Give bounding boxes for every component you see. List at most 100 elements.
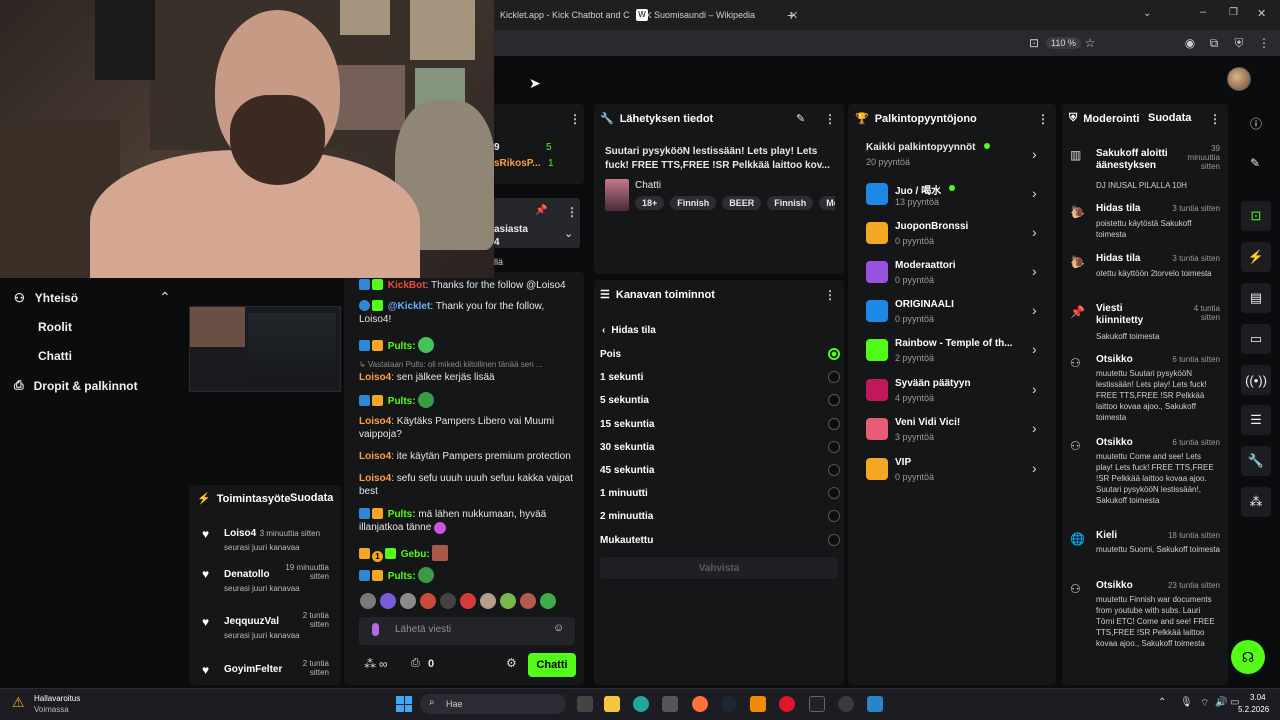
screen-capture-icon[interactable]: ⊡ bbox=[1241, 201, 1271, 231]
kebab-icon[interactable]: ⋮ bbox=[824, 288, 836, 302]
reward-item[interactable]: VIP 0 pyyntöä › bbox=[866, 456, 1046, 486]
avatar[interactable] bbox=[1227, 67, 1251, 91]
clock-date[interactable]: 5.2.2026 bbox=[1238, 705, 1269, 714]
sidebar-item-chat[interactable]: Chatti bbox=[38, 349, 72, 363]
slow-mode-option[interactable]: Pois bbox=[600, 348, 840, 360]
slow-mode-option[interactable]: 2 minuuttia bbox=[600, 510, 840, 522]
emote-icon[interactable] bbox=[460, 593, 476, 609]
tag[interactable]: Finnish bbox=[670, 196, 717, 210]
bookmark-star-icon[interactable]: ☆ bbox=[1083, 36, 1097, 50]
weather-title[interactable]: Hallavaroitus bbox=[34, 694, 80, 703]
kick-points-icon[interactable]: ⁂ bbox=[364, 657, 376, 671]
volume-icon[interactable]: 🔊 bbox=[1215, 697, 1227, 708]
emote-icon[interactable] bbox=[400, 593, 416, 609]
slow-mode-option[interactable]: Mukautettu bbox=[600, 534, 840, 546]
reward-item[interactable]: Moderaattori 0 pyyntöä › bbox=[866, 259, 1046, 289]
emoji-picker-icon[interactable]: ☺ bbox=[553, 622, 564, 634]
edit-pencil-icon[interactable]: ✎ bbox=[796, 112, 805, 125]
category-thumbnail[interactable] bbox=[605, 179, 629, 211]
kebab-icon[interactable]: ⋮ bbox=[1209, 112, 1221, 126]
taskbar-search[interactable] bbox=[420, 694, 566, 714]
radio[interactable] bbox=[828, 510, 840, 522]
emote-icon[interactable] bbox=[500, 593, 516, 609]
extensions-icon[interactable]: ⧉ bbox=[1207, 36, 1221, 50]
chat-input[interactable] bbox=[359, 617, 575, 645]
microphone-icon[interactable]: 🎙 bbox=[1180, 697, 1193, 708]
tab-list-icon[interactable]: ⌄ bbox=[1143, 8, 1151, 19]
notepad-icon[interactable] bbox=[867, 696, 883, 712]
sidebar-item-roles[interactable]: Roolit bbox=[38, 320, 72, 334]
minimize-icon[interactable]: – bbox=[1200, 6, 1206, 18]
users-icon[interactable]: ⁂ bbox=[1241, 487, 1271, 517]
radio[interactable] bbox=[828, 394, 840, 406]
close-window-icon[interactable]: ✕ bbox=[1257, 7, 1266, 20]
edit-pencil-icon[interactable]: ✎ bbox=[1250, 156, 1260, 170]
sidebar-item-drops[interactable]: ⎙ Dropit & palkinnot bbox=[14, 378, 138, 393]
send-chat-button[interactable]: Chatti bbox=[528, 653, 576, 677]
reward-item[interactable]: Veni Vidi Vici! 3 pyyntöä › bbox=[866, 416, 1046, 446]
shield-icon[interactable]: ⛨ bbox=[1232, 36, 1246, 50]
emote-icon[interactable] bbox=[360, 593, 376, 609]
windows-start-icon[interactable] bbox=[396, 696, 412, 712]
activity-filter-button[interactable]: Suodata bbox=[290, 492, 333, 504]
settings-gear-icon[interactable]: ⚙ bbox=[506, 656, 517, 670]
chevron-up-icon[interactable]: ⌃ bbox=[159, 289, 171, 306]
slow-mode-option[interactable]: 15 sekuntia bbox=[600, 418, 840, 430]
menu-icon[interactable]: ⋮ bbox=[1257, 36, 1271, 50]
kebab-icon[interactable]: ⋮ bbox=[1037, 112, 1049, 126]
tab-kicklet[interactable]: Kicklet.app - Kick Chatbot and C ✕ bbox=[500, 4, 653, 26]
wifi-icon[interactable]: ⌔ bbox=[1200, 697, 1209, 710]
slow-mode-option[interactable]: 1 minuutti bbox=[600, 487, 840, 499]
stream-preview[interactable] bbox=[189, 306, 341, 392]
emote-icon[interactable] bbox=[420, 593, 436, 609]
category-name[interactable]: Chatti bbox=[635, 180, 661, 191]
obs-icon[interactable] bbox=[838, 696, 854, 712]
task-view-icon[interactable] bbox=[577, 696, 593, 712]
reward-item[interactable]: Syvään päätyyn 4 pyyntöä › bbox=[866, 377, 1046, 407]
file-explorer-icon[interactable] bbox=[604, 696, 620, 712]
wrench-icon[interactable]: 🔧 bbox=[1241, 446, 1271, 476]
confirm-button[interactable]: Vahvista bbox=[600, 557, 838, 579]
bolt-icon[interactable]: ⚡ bbox=[1241, 242, 1271, 272]
radio[interactable] bbox=[828, 371, 840, 383]
slow-mode-option[interactable]: 1 sekunti bbox=[600, 371, 840, 383]
kebab-icon[interactable]: ⋮ bbox=[566, 205, 578, 219]
chevron-up-icon[interactable]: ⌃ bbox=[1158, 697, 1166, 708]
reward-all[interactable]: Kaikki palkintopyynnöt 20 pyyntöä › bbox=[866, 142, 1046, 170]
maximize-icon[interactable]: ❐ bbox=[1229, 7, 1238, 18]
clock-time[interactable]: 3.04 bbox=[1250, 693, 1266, 702]
radio[interactable] bbox=[828, 534, 840, 546]
store-icon[interactable] bbox=[662, 696, 678, 712]
chevron-down-icon[interactable]: ⌄ bbox=[564, 227, 573, 240]
document-icon[interactable]: ▤ bbox=[1241, 283, 1271, 313]
radio[interactable] bbox=[828, 487, 840, 499]
back-button[interactable]: ‹ Hidas tila bbox=[602, 325, 656, 336]
radio[interactable] bbox=[828, 441, 840, 453]
chat-bubble-icon[interactable]: ▭ bbox=[1241, 324, 1271, 354]
reward-item[interactable]: Rainbow - Temple of th... 2 pyyntöä › bbox=[866, 337, 1046, 367]
vlc-icon[interactable] bbox=[750, 696, 766, 712]
info-icon[interactable]: ⓘ bbox=[1250, 115, 1262, 132]
tag[interactable]: Me bbox=[819, 196, 835, 210]
steam-icon[interactable] bbox=[721, 696, 737, 712]
microphone-icon[interactable] bbox=[372, 623, 379, 636]
moderation-filter-button[interactable]: Suodata bbox=[1148, 112, 1191, 124]
tag[interactable]: 18+ bbox=[635, 196, 665, 210]
emote-icon[interactable] bbox=[540, 593, 556, 609]
emote-icon[interactable] bbox=[440, 593, 456, 609]
radio[interactable] bbox=[828, 418, 840, 430]
slow-mode-option[interactable]: 30 sekuntia bbox=[600, 441, 840, 453]
kebab-icon[interactable]: ⋮ bbox=[569, 112, 581, 126]
support-headset-icon[interactable]: ☊ bbox=[1231, 640, 1265, 674]
slow-mode-option[interactable]: 45 sekuntia bbox=[600, 464, 840, 476]
screenshot-icon[interactable]: ⊡ bbox=[1027, 36, 1041, 50]
reward-item[interactable]: Juo / 喝水 13 pyyntöä › bbox=[866, 181, 1046, 211]
profile-icon[interactable]: ◉ bbox=[1183, 36, 1197, 50]
emote-icon[interactable] bbox=[480, 593, 496, 609]
broadcast-icon[interactable]: ((•)) bbox=[1241, 365, 1271, 395]
zoom-level[interactable]: 110 % bbox=[1046, 37, 1081, 49]
radio[interactable] bbox=[828, 464, 840, 476]
firefox-icon[interactable] bbox=[692, 696, 708, 712]
new-tab-icon[interactable]: + bbox=[787, 7, 795, 23]
reward-item[interactable]: ORIGINAALI 0 pyyntöä › bbox=[866, 298, 1046, 328]
